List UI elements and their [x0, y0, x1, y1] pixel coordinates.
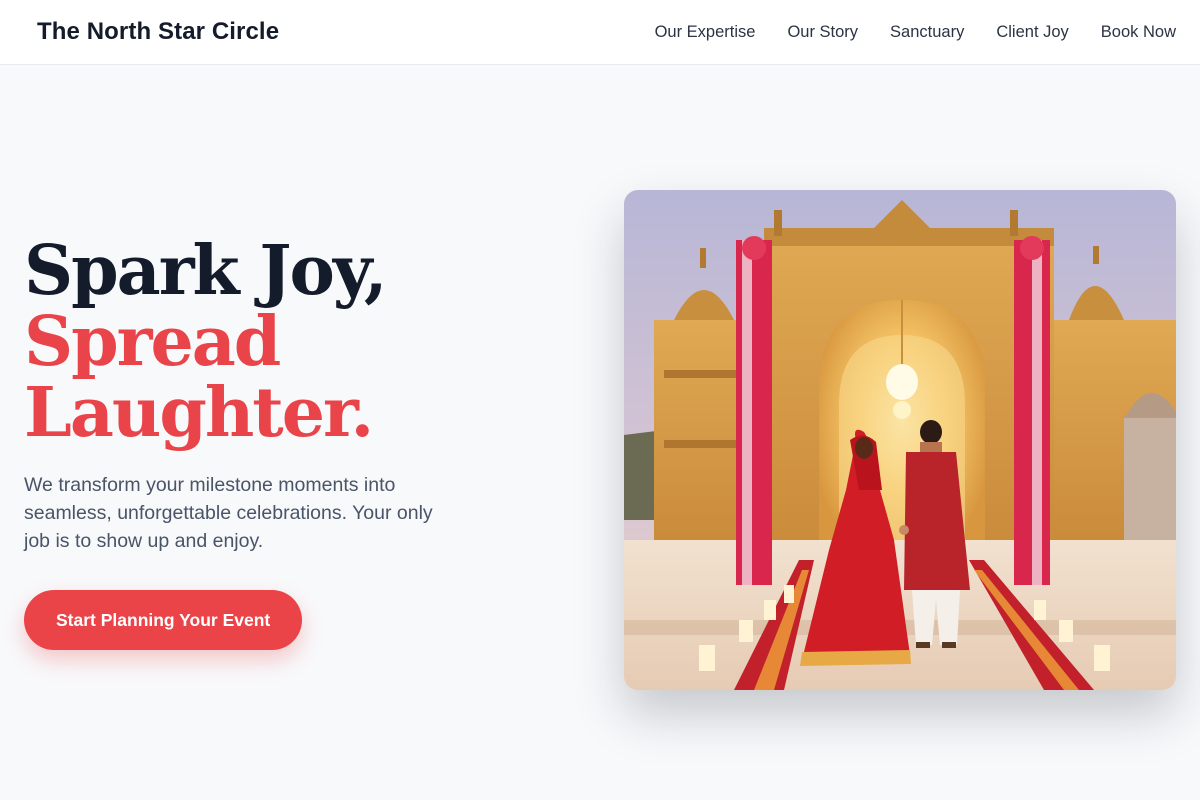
nav-our-story[interactable]: Our Story: [787, 23, 858, 42]
start-planning-button[interactable]: Start Planning Your Event: [24, 590, 303, 650]
nav-client-joy[interactable]: Client Joy: [996, 23, 1068, 42]
headline-line-2: Spread: [24, 302, 281, 382]
brand-logo[interactable]: The North Star Circle: [37, 18, 279, 46]
nav-sanctuary[interactable]: Sanctuary: [890, 23, 964, 42]
nav-book-now[interactable]: Book Now: [1101, 23, 1176, 42]
main-nav: Our Expertise Our Story Sanctuary Client…: [655, 23, 1176, 42]
nav-our-expertise[interactable]: Our Expertise: [655, 23, 756, 42]
site-header: The North Star Circle Our Expertise Our …: [0, 0, 1200, 65]
hero-headline: Spark Joy, Spread Laughter.: [24, 236, 484, 449]
headline-line-1: Spark Joy,: [24, 231, 388, 311]
hero-subtext: We transform your milestone moments into…: [24, 474, 433, 552]
hero-section: Spark Joy, Spread Laughter. We transform…: [24, 236, 484, 650]
hero-wedding-image: [624, 190, 1176, 690]
headline-line-3: Laughter.: [24, 373, 374, 453]
